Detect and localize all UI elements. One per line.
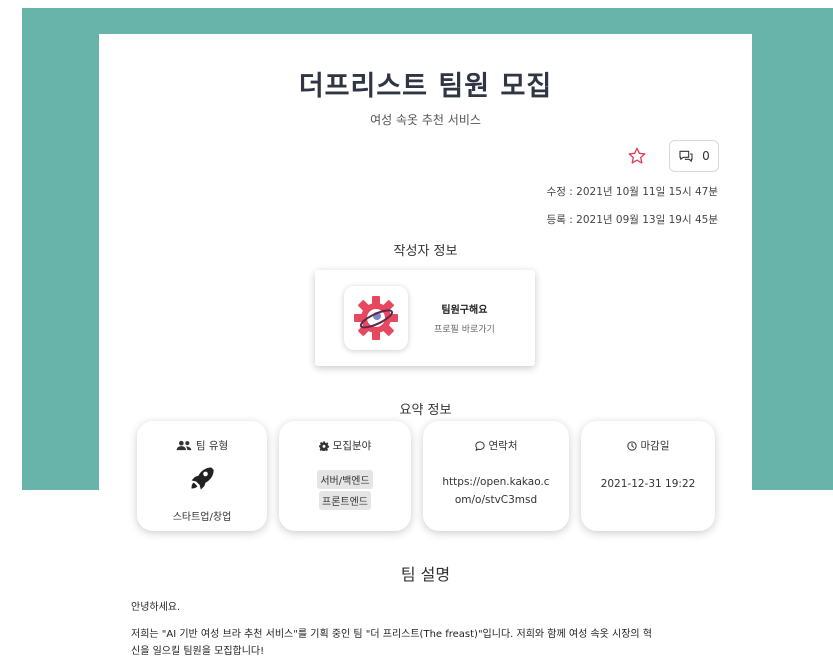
created-timestamp: 등록 : 2021년 09월 13일 19시 45분 xyxy=(546,214,718,226)
description-title: 팀 설명 xyxy=(400,565,451,584)
team-type-label: 팀 유형 xyxy=(195,440,229,452)
rocket-icon xyxy=(191,467,214,490)
description-line: 신을 일으킬 팀원을 모집합니다! xyxy=(131,646,265,657)
writer-name: 팀원구해요 xyxy=(441,305,488,316)
post-subtitle: 여성 속옷 추천 서비스 xyxy=(370,113,481,127)
team-type-card: 팀 유형 스타트업/창업 xyxy=(137,421,267,531)
star-outline-icon xyxy=(628,147,646,164)
contact-card: 연락처 https://open.kakao.c om/o/stvC3msd xyxy=(423,421,569,531)
field-tag: 서버/백엔드 xyxy=(317,470,373,489)
profile-link[interactable]: 프로필 바로가기 xyxy=(434,322,495,335)
updated-timestamp: 수정 : 2021년 10월 11일 15시 47분 xyxy=(546,186,718,198)
comment-count: 0 xyxy=(702,149,710,163)
description-line: 저희는 "AI 기반 여성 브라 추천 서비스"를 기획 중인 팀 "더 프리스… xyxy=(131,629,653,640)
deadline-value: 2021-12-31 19:22 xyxy=(600,478,696,490)
summary-section-title: 요약 정보 xyxy=(399,403,452,418)
post-title: 더프리스트 팀원 모집 xyxy=(298,71,553,102)
field-card: 모집분야 서버/백엔드 프론트엔드 xyxy=(279,421,411,531)
contact-value[interactable]: https://open.kakao.c om/o/stvC3msd xyxy=(423,473,569,509)
favorite-button[interactable] xyxy=(625,144,649,168)
deadline-label: 마감일 xyxy=(640,440,670,452)
post-card: 더프리스트 팀원 모집 여성 속옷 추천 서비스 0 수정 : 2021년 10… xyxy=(99,34,752,662)
summary-cards: 팀 유형 스타트업/창업 모집분야 서버/백엔드 프론트엔드 연락처 https… xyxy=(137,421,715,531)
writer-section-title: 작성자 정보 xyxy=(393,244,458,259)
users-icon xyxy=(176,440,192,451)
gear-planet-logo xyxy=(354,296,398,340)
field-tag: 프론트엔드 xyxy=(319,491,371,510)
comment-icon xyxy=(679,150,693,162)
gear-icon xyxy=(318,440,329,451)
contact-value-line: om/o/stvC3msd xyxy=(454,494,538,506)
clock-icon xyxy=(626,440,637,451)
field-label: 모집분야 xyxy=(332,440,372,452)
avatar xyxy=(344,286,408,350)
description-body: 저희는 "AI 기반 여성 브라 추천 서비스"를 기획 중인 팀 "더 프리스… xyxy=(131,626,731,660)
team-type-value: 스타트업/창업 xyxy=(172,512,232,523)
writer-card[interactable]: 팀원구해요 프로필 바로가기 xyxy=(315,270,535,366)
contact-value-line: https://open.kakao.c xyxy=(442,476,550,488)
description-greeting: 안녕하세요. xyxy=(131,602,181,613)
deadline-card: 마감일 2021-12-31 19:22 xyxy=(581,421,715,531)
contact-label: 연락처 xyxy=(488,440,518,452)
comment-button[interactable]: 0 xyxy=(669,140,719,172)
chat-bubble-icon xyxy=(474,440,485,451)
